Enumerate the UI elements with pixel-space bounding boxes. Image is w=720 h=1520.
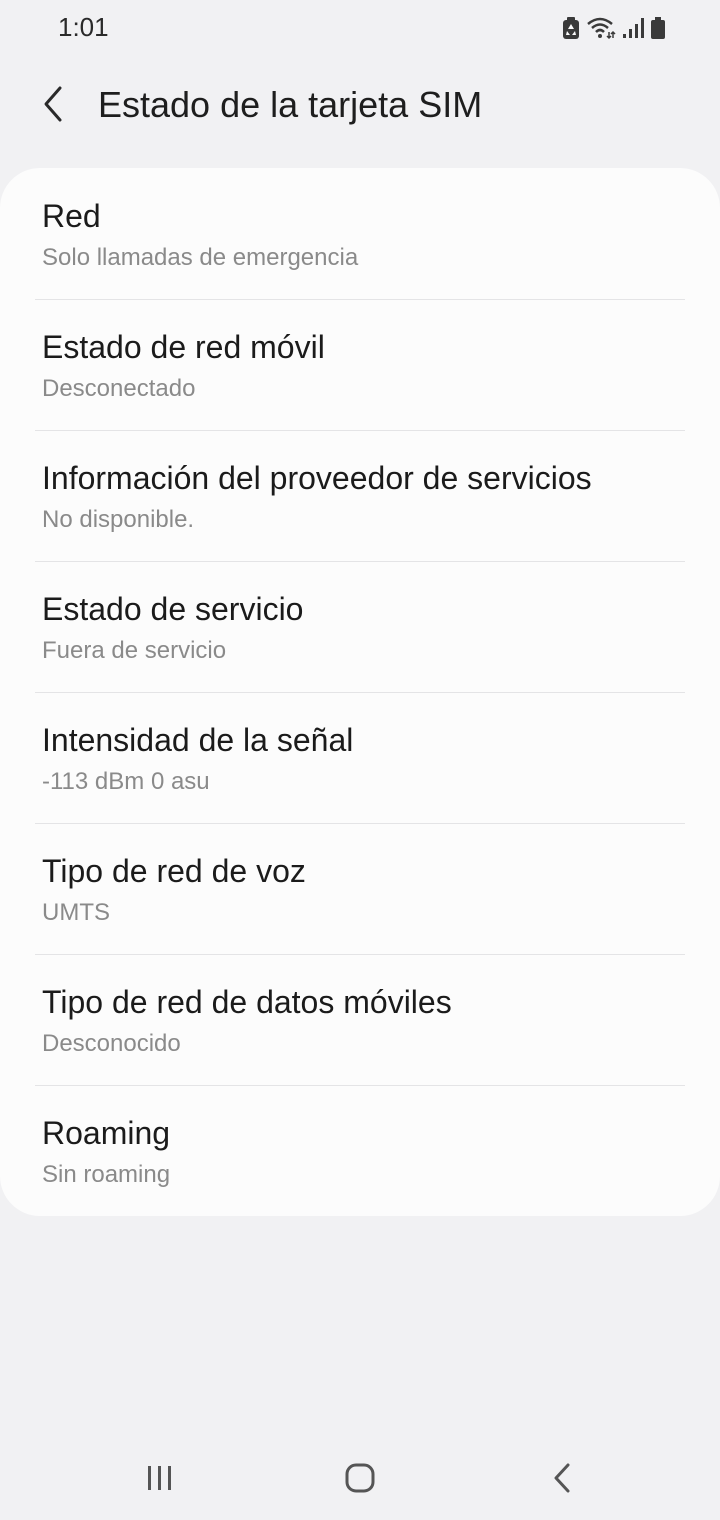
recycle-notification-icon — [562, 16, 580, 40]
recent-apps-icon — [145, 1464, 175, 1497]
chevron-left-icon — [40, 84, 68, 129]
item-subtitle: No disponible. — [42, 506, 195, 533]
navigation-bar — [0, 1440, 720, 1520]
list-item-mobile-network-state[interactable]: Estado de red móvil Desconectado — [0, 299, 720, 430]
item-subtitle: Solo llamadas de emergencia — [42, 244, 359, 271]
item-subtitle: -113 dBm 0 asu — [42, 768, 210, 795]
item-title: Estado de servicio — [42, 591, 304, 627]
list-item-mobile-data-network-type[interactable]: Tipo de red de datos móviles Desconocido — [0, 954, 720, 1085]
item-title: Tipo de red de voz — [42, 853, 306, 889]
item-title: Intensidad de la señal — [42, 722, 354, 758]
item-title: Información del proveedor de servicios — [42, 460, 592, 496]
item-title: Red — [42, 198, 101, 234]
home-button[interactable] — [330, 1450, 390, 1510]
recent-apps-button[interactable] — [130, 1450, 190, 1510]
cellular-signal-icon — [622, 16, 644, 40]
page-title: Estado de la tarjeta SIM — [98, 84, 483, 125]
list-item-voice-network-type[interactable]: Tipo de red de voz UMTS — [0, 823, 720, 954]
list-item-signal-strength[interactable]: Intensidad de la señal -113 dBm 0 asu — [0, 692, 720, 823]
item-subtitle: Sin roaming — [42, 1161, 171, 1188]
wifi-icon — [586, 16, 616, 40]
list-item-roaming[interactable]: Roaming Sin roaming — [0, 1085, 720, 1216]
item-subtitle: Desconectado — [42, 375, 196, 402]
back-icon — [550, 1462, 574, 1499]
list-item-network[interactable]: Red Solo llamadas de emergencia — [0, 168, 720, 299]
item-subtitle: Desconocido — [42, 1030, 181, 1057]
item-subtitle: Fuera de servicio — [42, 637, 227, 664]
app-bar: Estado de la tarjeta SIM — [0, 62, 720, 150]
item-title: Roaming — [42, 1115, 171, 1151]
status-bar: 1:01 — [0, 0, 720, 58]
list-item-service-provider-info[interactable]: Información del proveedor de servicios N… — [0, 430, 720, 561]
status-time: 1:01 — [58, 12, 109, 42]
home-icon — [344, 1462, 376, 1499]
item-subtitle: UMTS — [42, 899, 110, 926]
battery-icon — [650, 16, 666, 40]
status-icons — [562, 14, 666, 42]
item-title: Estado de red móvil — [42, 329, 325, 365]
item-title: Tipo de red de datos móviles — [42, 984, 452, 1020]
list-item-service-state[interactable]: Estado de servicio Fuera de servicio — [0, 561, 720, 692]
system-back-button[interactable] — [532, 1450, 592, 1510]
back-button[interactable] — [30, 82, 78, 130]
sim-status-card: Red Solo llamadas de emergencia Estado d… — [0, 168, 720, 1216]
